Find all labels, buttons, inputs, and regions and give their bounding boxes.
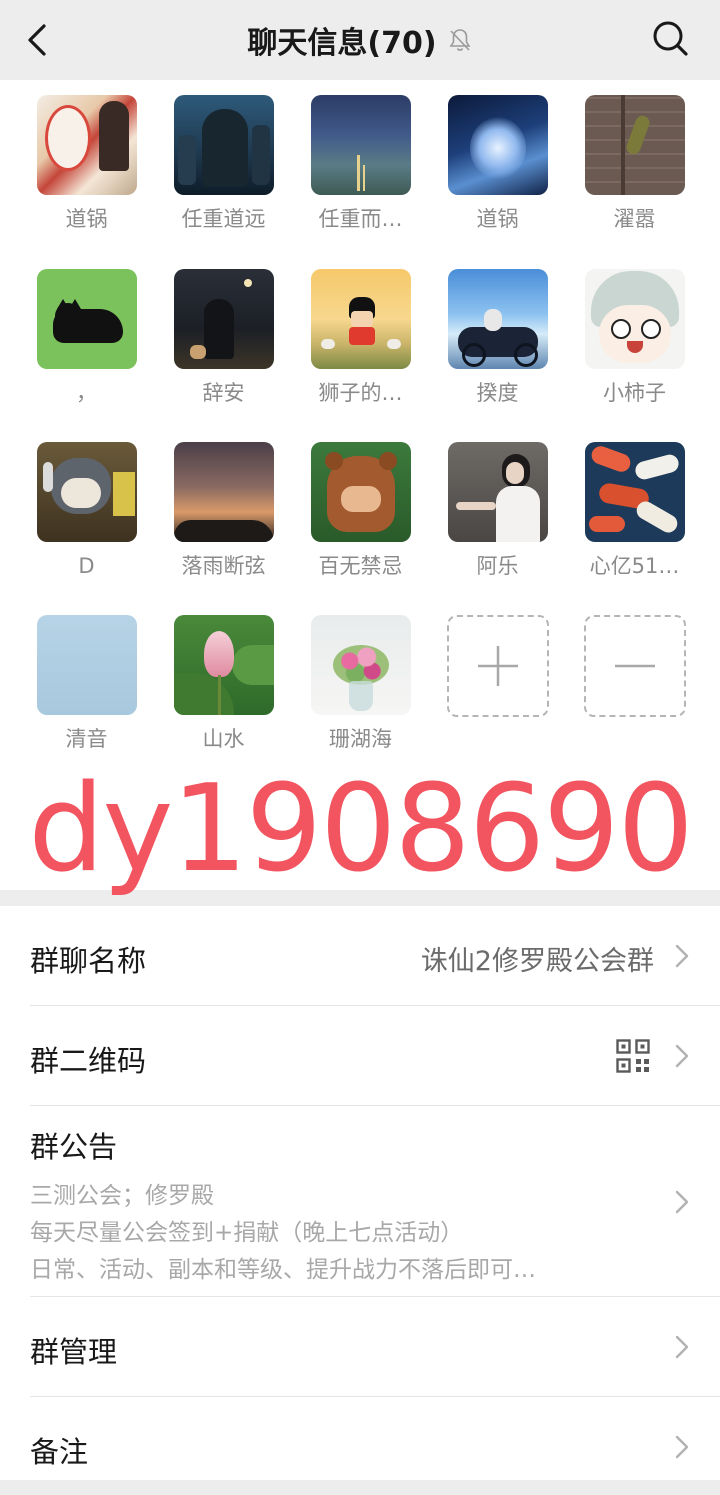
- group-notice-label: 群公告: [30, 1130, 118, 1164]
- member-name: 狮子的…: [318, 381, 403, 405]
- qr-code-row[interactable]: 群二维码: [0, 1006, 720, 1106]
- mute-bell-icon: [449, 29, 471, 51]
- member-item[interactable]: 阿乐: [429, 442, 566, 580]
- plus-icon: [477, 646, 518, 686]
- add-member-item[interactable]: [429, 615, 566, 717]
- group-name-value: 诛仙2修罗殿公会群: [420, 946, 654, 977]
- member-item[interactable]: 道锅: [18, 95, 155, 233]
- member-name: 道锅: [65, 207, 108, 231]
- avatar: [310, 269, 411, 369]
- avatar: [447, 95, 548, 195]
- minus-icon: [614, 664, 655, 668]
- search-icon: [653, 21, 688, 56]
- avatar: [584, 269, 685, 369]
- member-name: 阿乐: [476, 554, 519, 578]
- member-item[interactable]: 任重道远: [155, 95, 292, 233]
- member-name: 濯嚣: [613, 207, 656, 231]
- avatar: [173, 95, 274, 195]
- member-name: 百无禁忌: [318, 554, 403, 578]
- member-item[interactable]: 清音: [18, 615, 155, 753]
- group-name-label: 群聊名称: [30, 944, 147, 978]
- avatar: [173, 442, 274, 542]
- member-name: 山水: [202, 727, 245, 751]
- member-item[interactable]: D: [18, 442, 155, 580]
- member-item[interactable]: 狮子的…: [292, 269, 429, 407]
- member-name: 辞安: [202, 381, 245, 405]
- member-name: 任重而…: [318, 207, 403, 231]
- page-title: 聊天信息(70): [247, 26, 437, 61]
- remark-label: 备注: [30, 1435, 89, 1469]
- avatar: [447, 442, 548, 542]
- notice-line: 日常、活动、副本和等级、提升战力不落后即可…: [30, 1257, 536, 1283]
- member-item[interactable]: ，: [18, 269, 155, 407]
- member-name: 任重道远: [181, 207, 266, 231]
- member-item[interactable]: 任重而…: [292, 95, 429, 233]
- avatar: [36, 95, 137, 195]
- member-name: 道锅: [476, 207, 519, 231]
- member-name: 落雨断弦: [181, 554, 266, 578]
- member-item[interactable]: 山水: [155, 615, 292, 753]
- avatar: [447, 269, 548, 369]
- chevron-right-icon: [675, 1435, 689, 1459]
- member-item[interactable]: 揆度: [429, 269, 566, 407]
- member-name: 小柿子: [603, 381, 666, 405]
- avatar: [36, 615, 137, 715]
- avatar: [36, 442, 137, 542]
- remove-member-button[interactable]: [583, 615, 686, 717]
- member-item[interactable]: 心亿51…: [566, 442, 703, 580]
- watermark-text: dy1908690: [28, 760, 694, 899]
- chevron-right-icon: [675, 1190, 689, 1214]
- settings-list: 群聊名称 诛仙2修罗殿公会群 群二维码 群公告 三测公会；修罗殿 每天尽量公会签…: [0, 906, 720, 1480]
- member-item[interactable]: 落雨断弦: [155, 442, 292, 580]
- member-name: 清音: [65, 727, 108, 751]
- member-name: 珊湖海: [329, 727, 392, 751]
- member-name: D: [78, 554, 95, 578]
- avatar: [584, 95, 685, 195]
- members-panel: 道锅 任重道远 任重而… 道锅 濯嚣 ， 辞安 狮子的… 揆度 小柿子 D 落雨…: [0, 80, 720, 899]
- avatar: [173, 269, 274, 369]
- group-manage-row[interactable]: 群管理: [0, 1297, 720, 1397]
- member-item[interactable]: 珊湖海: [292, 615, 429, 753]
- add-member-button[interactable]: [446, 615, 549, 717]
- avatar: [310, 615, 411, 715]
- member-item[interactable]: 濯嚣: [566, 95, 703, 233]
- member-item[interactable]: 小柿子: [566, 269, 703, 407]
- search-button[interactable]: [648, 16, 692, 60]
- top-bar: 聊天信息(70): [0, 0, 720, 80]
- avatar: [36, 269, 137, 369]
- notice-line: 每天尽量公会签到+捐献（晚上七点活动）: [30, 1220, 464, 1246]
- avatar: [584, 442, 685, 542]
- avatar: [310, 95, 411, 195]
- member-name: ，: [76, 381, 97, 405]
- group-name-row[interactable]: 群聊名称 诛仙2修罗殿公会群: [0, 906, 720, 1006]
- member-name: 揆度: [476, 381, 519, 405]
- chevron-right-icon: [675, 944, 689, 968]
- member-name: 心亿51…: [589, 554, 680, 578]
- chevron-right-icon: [675, 1044, 689, 1068]
- notice-line: 三测公会；修罗殿: [30, 1183, 214, 1209]
- group-notice-row[interactable]: 群公告 三测公会；修罗殿 每天尽量公会签到+捐献（晚上七点活动） 日常、活动、副…: [0, 1106, 720, 1296]
- chevron-right-icon: [675, 1335, 689, 1359]
- member-item[interactable]: 百无禁忌: [292, 442, 429, 580]
- qr-code-icon: [616, 1039, 650, 1073]
- avatar: [173, 615, 274, 715]
- member-item[interactable]: 道锅: [429, 95, 566, 233]
- avatar: [310, 442, 411, 542]
- qr-code-label: 群二维码: [30, 1044, 147, 1078]
- group-manage-label: 群管理: [30, 1335, 118, 1369]
- member-item[interactable]: 辞安: [155, 269, 292, 407]
- remark-row[interactable]: 备注: [0, 1397, 720, 1480]
- remove-member-item[interactable]: [566, 615, 703, 717]
